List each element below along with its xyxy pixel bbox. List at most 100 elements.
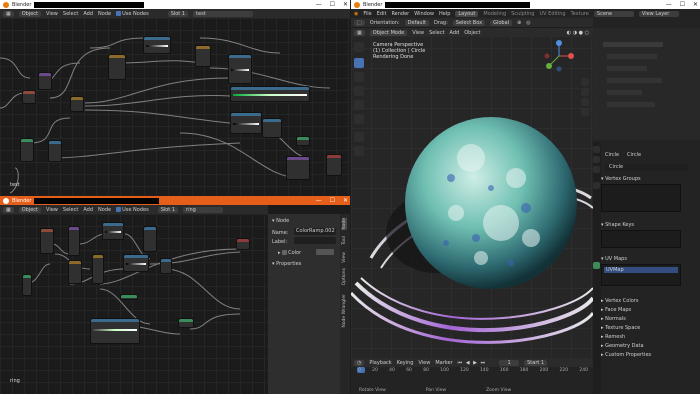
playback-controls[interactable]: ⏮ ◀ ▶ ⏭ — [458, 360, 486, 366]
menu-view[interactable]: View — [418, 360, 430, 366]
timeline-ruler[interactable]: 0 20 40 60 80 100 120 140 160 180 200 22… — [351, 367, 593, 386]
pan-icon[interactable] — [581, 88, 589, 96]
section-uv-maps[interactable]: ▾ UV Maps — [601, 256, 696, 262]
current-frame-field[interactable]: 1 — [499, 359, 520, 366]
menu-select[interactable]: Select — [63, 207, 78, 213]
tab-node[interactable]: Node — [342, 218, 347, 230]
rotate-tool-icon[interactable] — [354, 86, 364, 96]
uv-maps-list[interactable]: UVMap — [601, 264, 681, 286]
maximize-icon[interactable]: ☐ — [330, 197, 335, 204]
node-texcoord[interactable] — [22, 90, 36, 104]
move-tool-icon[interactable] — [354, 72, 364, 82]
mode-select[interactable]: Object — [18, 10, 42, 17]
node-colorramp-b[interactable] — [143, 226, 157, 252]
node-colorramp-c[interactable] — [230, 86, 310, 102]
node-emission[interactable] — [296, 136, 310, 146]
node-colorramp-e[interactable] — [262, 118, 282, 138]
mode-select[interactable]: Object — [18, 206, 42, 213]
select-tool-icon[interactable]: ⬚ — [354, 19, 365, 26]
uv-map-row[interactable]: UVMap — [604, 267, 678, 273]
tab-node-wrangler[interactable]: Node Wrangler — [342, 294, 347, 328]
node-canvas[interactable] — [0, 214, 268, 394]
editor-type-button[interactable]: ▦ — [354, 29, 365, 36]
camera-view-icon[interactable] — [581, 98, 589, 106]
menu-select[interactable]: Select — [429, 30, 444, 36]
node-colorramp-d[interactable] — [230, 112, 262, 134]
color-swatch[interactable] — [316, 249, 334, 255]
maximize-icon[interactable]: ☐ — [330, 1, 335, 8]
close-icon[interactable]: ✕ — [343, 197, 348, 204]
section-remesh[interactable]: ▸ Remesh — [601, 334, 696, 340]
editor-type-button[interactable]: ▦ — [3, 10, 14, 17]
tab-view[interactable]: View — [342, 252, 347, 263]
blender-menu-icon[interactable]: ◉ — [354, 11, 358, 17]
workspace-tab-sculpting[interactable]: Sculpting — [511, 11, 534, 17]
node-shader-a[interactable] — [22, 274, 32, 296]
node-noise-b[interactable] — [108, 54, 126, 80]
use-nodes-checkbox[interactable]: Use Nodes — [116, 10, 149, 17]
section-geometry-data[interactable]: ▸ Geometry Data — [601, 343, 696, 349]
render-props-icon[interactable] — [593, 156, 600, 163]
node-bsdf[interactable] — [178, 318, 194, 328]
outliner-row[interactable] — [607, 54, 657, 59]
view-layer-select[interactable]: View Layer — [638, 10, 679, 17]
menu-add[interactable]: Add — [450, 30, 460, 36]
menu-view[interactable]: View — [46, 11, 58, 17]
maximize-icon[interactable]: ☐ — [680, 1, 685, 8]
shape-keys-list[interactable] — [601, 230, 681, 248]
menu-node[interactable]: Node — [98, 11, 111, 17]
editor-type-button[interactable]: ◷ — [354, 359, 365, 366]
outliner-row[interactable] — [607, 78, 662, 83]
sidebar-node-header[interactable]: ▾ Node — [272, 218, 289, 224]
start-field[interactable]: Start 1 — [524, 359, 548, 366]
menu-node[interactable]: Node — [98, 207, 111, 213]
label-field[interactable] — [294, 237, 336, 244]
editor-type-button[interactable]: ▦ — [3, 206, 14, 213]
node-colorramp-d[interactable] — [90, 318, 140, 344]
menu-window[interactable]: Window — [414, 11, 434, 17]
menu-view[interactable]: View — [46, 207, 58, 213]
color-section[interactable]: ▸ Color — [278, 250, 301, 256]
minimize-icon[interactable]: — — [666, 1, 672, 8]
node-math-a[interactable] — [48, 140, 62, 162]
outliner-row[interactable] — [603, 42, 663, 47]
menu-file[interactable]: File — [363, 11, 371, 17]
outliner[interactable] — [593, 28, 700, 140]
menu-add[interactable]: Add — [83, 207, 93, 213]
node-mix-a[interactable] — [92, 254, 104, 284]
workspace-tab-texture[interactable]: Texture — [571, 11, 589, 17]
minimize-icon[interactable]: — — [316, 197, 322, 204]
navigation-gizmo[interactable] — [539, 38, 579, 74]
mesh-data-props-icon[interactable] — [593, 262, 600, 269]
menu-render[interactable]: Render — [391, 11, 409, 17]
node-math-a[interactable] — [160, 258, 172, 274]
menu-object[interactable]: Object — [464, 30, 480, 36]
section-texture-space[interactable]: ▸ Texture Space — [601, 325, 696, 331]
node-shader-a[interactable] — [20, 138, 34, 162]
section-vertex-groups[interactable]: ▾ Vertex Groups — [601, 176, 696, 182]
close-icon[interactable]: ✕ — [693, 1, 698, 8]
tool-props-icon[interactable] — [593, 146, 600, 153]
material-select[interactable]: ring — [183, 206, 224, 213]
workspace-tab-modeling[interactable]: Modeling — [483, 11, 506, 17]
menu-select[interactable]: Select — [63, 11, 78, 17]
properties-section[interactable]: ▾ Properties — [272, 261, 301, 267]
drag-select[interactable]: Select Box — [452, 19, 486, 26]
object-props-icon[interactable] — [593, 182, 600, 189]
node-colorramp-c[interactable] — [123, 254, 149, 272]
scene-select[interactable]: Scene — [593, 10, 634, 17]
node-mix-a[interactable] — [195, 45, 211, 67]
mesh-name-field[interactable]: Circle — [605, 164, 689, 171]
workspace-tab-uv-editing[interactable]: UV Editing — [539, 11, 565, 17]
node-emission[interactable] — [120, 294, 138, 300]
node-output[interactable] — [236, 238, 250, 250]
node-colorramp-a[interactable] — [102, 222, 124, 240]
section-normals[interactable]: ▸ Normals — [601, 316, 696, 322]
node-colorramp-a[interactable] — [143, 36, 171, 54]
vertex-groups-list[interactable] — [601, 184, 681, 212]
node-colorramp-b[interactable] — [228, 54, 252, 84]
3d-viewport[interactable]: Camera Perspective (1) Collection | Circ… — [351, 28, 593, 358]
menu-keying[interactable]: Keying — [397, 360, 414, 366]
slot-select[interactable]: Slot 1 — [167, 10, 189, 17]
menu-playback[interactable]: Playback — [369, 360, 391, 366]
